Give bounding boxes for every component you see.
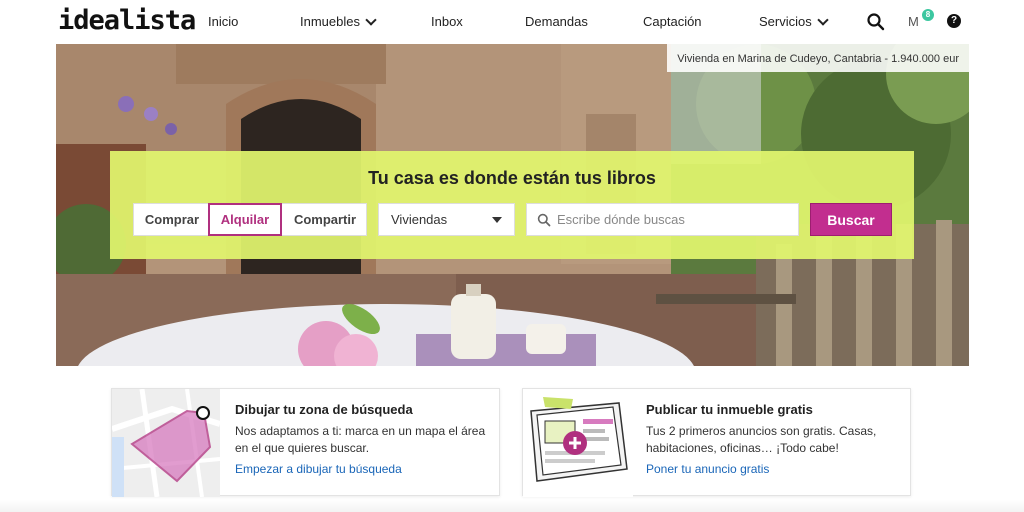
nav-label: Demandas	[525, 14, 588, 29]
page-footer-shade	[0, 500, 1024, 512]
photo-caption[interactable]: Vivienda en Marina de Cudeyo, Cantabria …	[667, 44, 969, 72]
publish-listing-icon	[523, 389, 633, 497]
nav-label: Captación	[643, 14, 702, 29]
nav-inicio[interactable]: Inicio	[208, 14, 238, 29]
location-input[interactable]	[557, 204, 792, 235]
search-icon[interactable]	[866, 12, 886, 32]
hero-banner: Vivienda en Marina de Cudeyo, Cantabria …	[56, 44, 969, 366]
operation-toggle: Comprar Alquilar Compartir	[133, 203, 367, 236]
nav-inmuebles[interactable]: Inmuebles	[300, 13, 377, 29]
nav-captacion[interactable]: Captación	[643, 14, 702, 29]
property-type-value: Viviendas	[391, 212, 448, 227]
user-avatar[interactable]: M	[908, 14, 919, 29]
map-draw-icon	[112, 389, 220, 497]
nav-servicios[interactable]: Servicios	[759, 13, 829, 29]
card-description: Tus 2 primeros anuncios son gratis. Casa…	[646, 424, 877, 455]
publish-property-card: Publicar tu inmueble gratis Tus 2 primer…	[522, 388, 911, 497]
card-title: Dibujar tu zona de búsqueda	[235, 402, 413, 417]
nav-demandas[interactable]: Demandas	[525, 14, 588, 29]
top-navigation-bar: idealista Inicio Inmuebles Inbox Demanda…	[0, 0, 1024, 44]
location-field[interactable]	[526, 203, 799, 236]
search-button[interactable]: Buscar	[810, 203, 892, 236]
notification-badge: 8	[922, 9, 934, 21]
start-drawing-link[interactable]: Empezar a dibujar tu búsqueda	[235, 462, 402, 476]
nav-label: Inbox	[431, 14, 463, 29]
chevron-down-icon	[365, 13, 377, 26]
hero-title: Tu casa es donde están tus libros	[368, 168, 656, 188]
card-title: Publicar tu inmueble gratis	[646, 402, 813, 417]
nav-label: Servicios	[759, 14, 812, 29]
operation-compartir[interactable]: Compartir	[284, 204, 366, 235]
help-icon[interactable]: ?	[947, 14, 961, 28]
draw-zone-card: Dibujar tu zona de búsqueda Nos adaptamo…	[111, 388, 500, 497]
operation-alquilar[interactable]: Alquilar	[208, 203, 282, 236]
nav-label: Inmuebles	[300, 14, 360, 29]
nav-inbox[interactable]: Inbox	[431, 14, 463, 29]
card-description: Nos adaptamos a ti: marca en un mapa el …	[235, 424, 486, 455]
operation-comprar[interactable]: Comprar	[134, 204, 210, 235]
post-listing-link[interactable]: Poner tu anuncio gratis	[646, 462, 769, 476]
idealista-logo[interactable]: idealista	[58, 6, 196, 36]
caret-down-icon	[492, 217, 502, 223]
search-panel: Tu casa es donde están tus libros Compra…	[110, 151, 914, 259]
chevron-down-icon	[817, 13, 829, 26]
property-type-select[interactable]: Viviendas	[378, 203, 515, 236]
nav-label: Inicio	[208, 14, 239, 29]
search-icon	[537, 213, 551, 227]
